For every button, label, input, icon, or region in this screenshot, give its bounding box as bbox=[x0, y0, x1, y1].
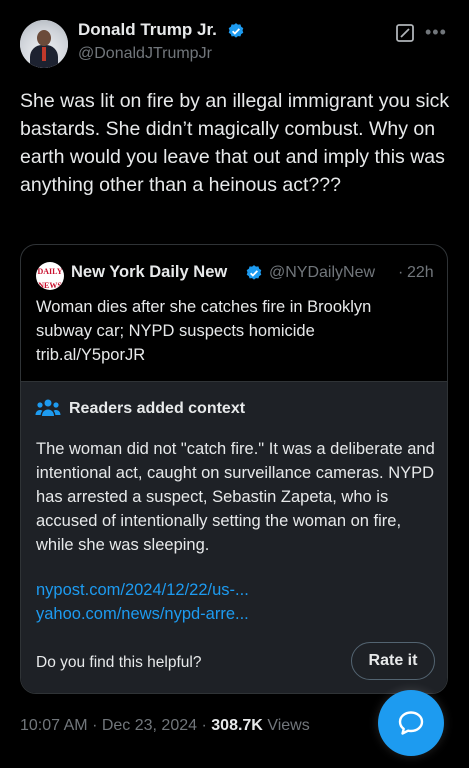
helpful-question: Do you find this helpful? bbox=[36, 654, 202, 671]
quoted-link[interactable]: trib.al/Y5porJR bbox=[36, 343, 436, 367]
people-icon bbox=[35, 399, 61, 416]
post-date[interactable]: Dec 23, 2024 bbox=[102, 717, 197, 734]
reply-bubble-icon bbox=[398, 711, 424, 735]
post-meta: 10:07 AM · Dec 23, 2024 · 308.7K Views bbox=[20, 717, 310, 735]
context-link-yahoo[interactable]: yahoo.com/news/nypd-arre... bbox=[36, 605, 249, 624]
rate-it-button[interactable]: Rate it bbox=[351, 642, 435, 680]
views-count: 308.7K bbox=[211, 717, 263, 734]
community-note: Readers added context The woman did not … bbox=[21, 381, 447, 693]
logo-line-1: DAILY bbox=[37, 267, 63, 276]
avatar[interactable] bbox=[20, 20, 68, 68]
context-body: The woman did not "catch fire." It was a… bbox=[36, 440, 435, 554]
quoted-post[interactable]: DAILY NEWS New York Daily New @NYDailyNe… bbox=[21, 245, 447, 381]
context-link-nypost[interactable]: nypost.com/2024/12/22/us-... bbox=[36, 581, 249, 600]
verified-badge-icon bbox=[246, 265, 262, 280]
more-icon[interactable]: ••• bbox=[425, 22, 447, 43]
views-label: Views bbox=[267, 717, 310, 734]
post-time[interactable]: 10:07 AM bbox=[20, 717, 88, 734]
author-name[interactable]: Donald Trump Jr. bbox=[78, 20, 217, 40]
separator-dot: · bbox=[92, 717, 98, 734]
reply-button[interactable] bbox=[378, 690, 444, 756]
daily-news-logo: DAILY NEWS bbox=[36, 262, 64, 290]
tweet-text: She was lit on fire by an illegal immigr… bbox=[20, 90, 450, 196]
context-title: Readers added context bbox=[69, 400, 246, 417]
quoted-author-name[interactable]: New York Daily New bbox=[71, 263, 227, 282]
separator-dot: · bbox=[201, 717, 207, 734]
quoted-post-text: Woman dies after she catches fire in Bro… bbox=[36, 295, 436, 367]
separator-dot: · bbox=[398, 264, 404, 281]
grok-icon[interactable] bbox=[396, 24, 414, 42]
quoted-post-card[interactable]: DAILY NEWS New York Daily New @NYDailyNe… bbox=[20, 244, 448, 694]
verified-badge-icon bbox=[228, 23, 244, 38]
logo-line-2: NEWS bbox=[38, 281, 62, 290]
author-handle[interactable]: @DonaldJTrumpJr bbox=[78, 45, 212, 63]
quoted-text-line-2: subway car; NYPD suspects homicide bbox=[36, 322, 315, 340]
quoted-author-handle[interactable]: @NYDailyNew bbox=[269, 264, 375, 282]
quoted-post-time[interactable]: 22h bbox=[407, 264, 434, 282]
quoted-text-line-1: Woman dies after she catches fire in Bro… bbox=[36, 298, 372, 316]
